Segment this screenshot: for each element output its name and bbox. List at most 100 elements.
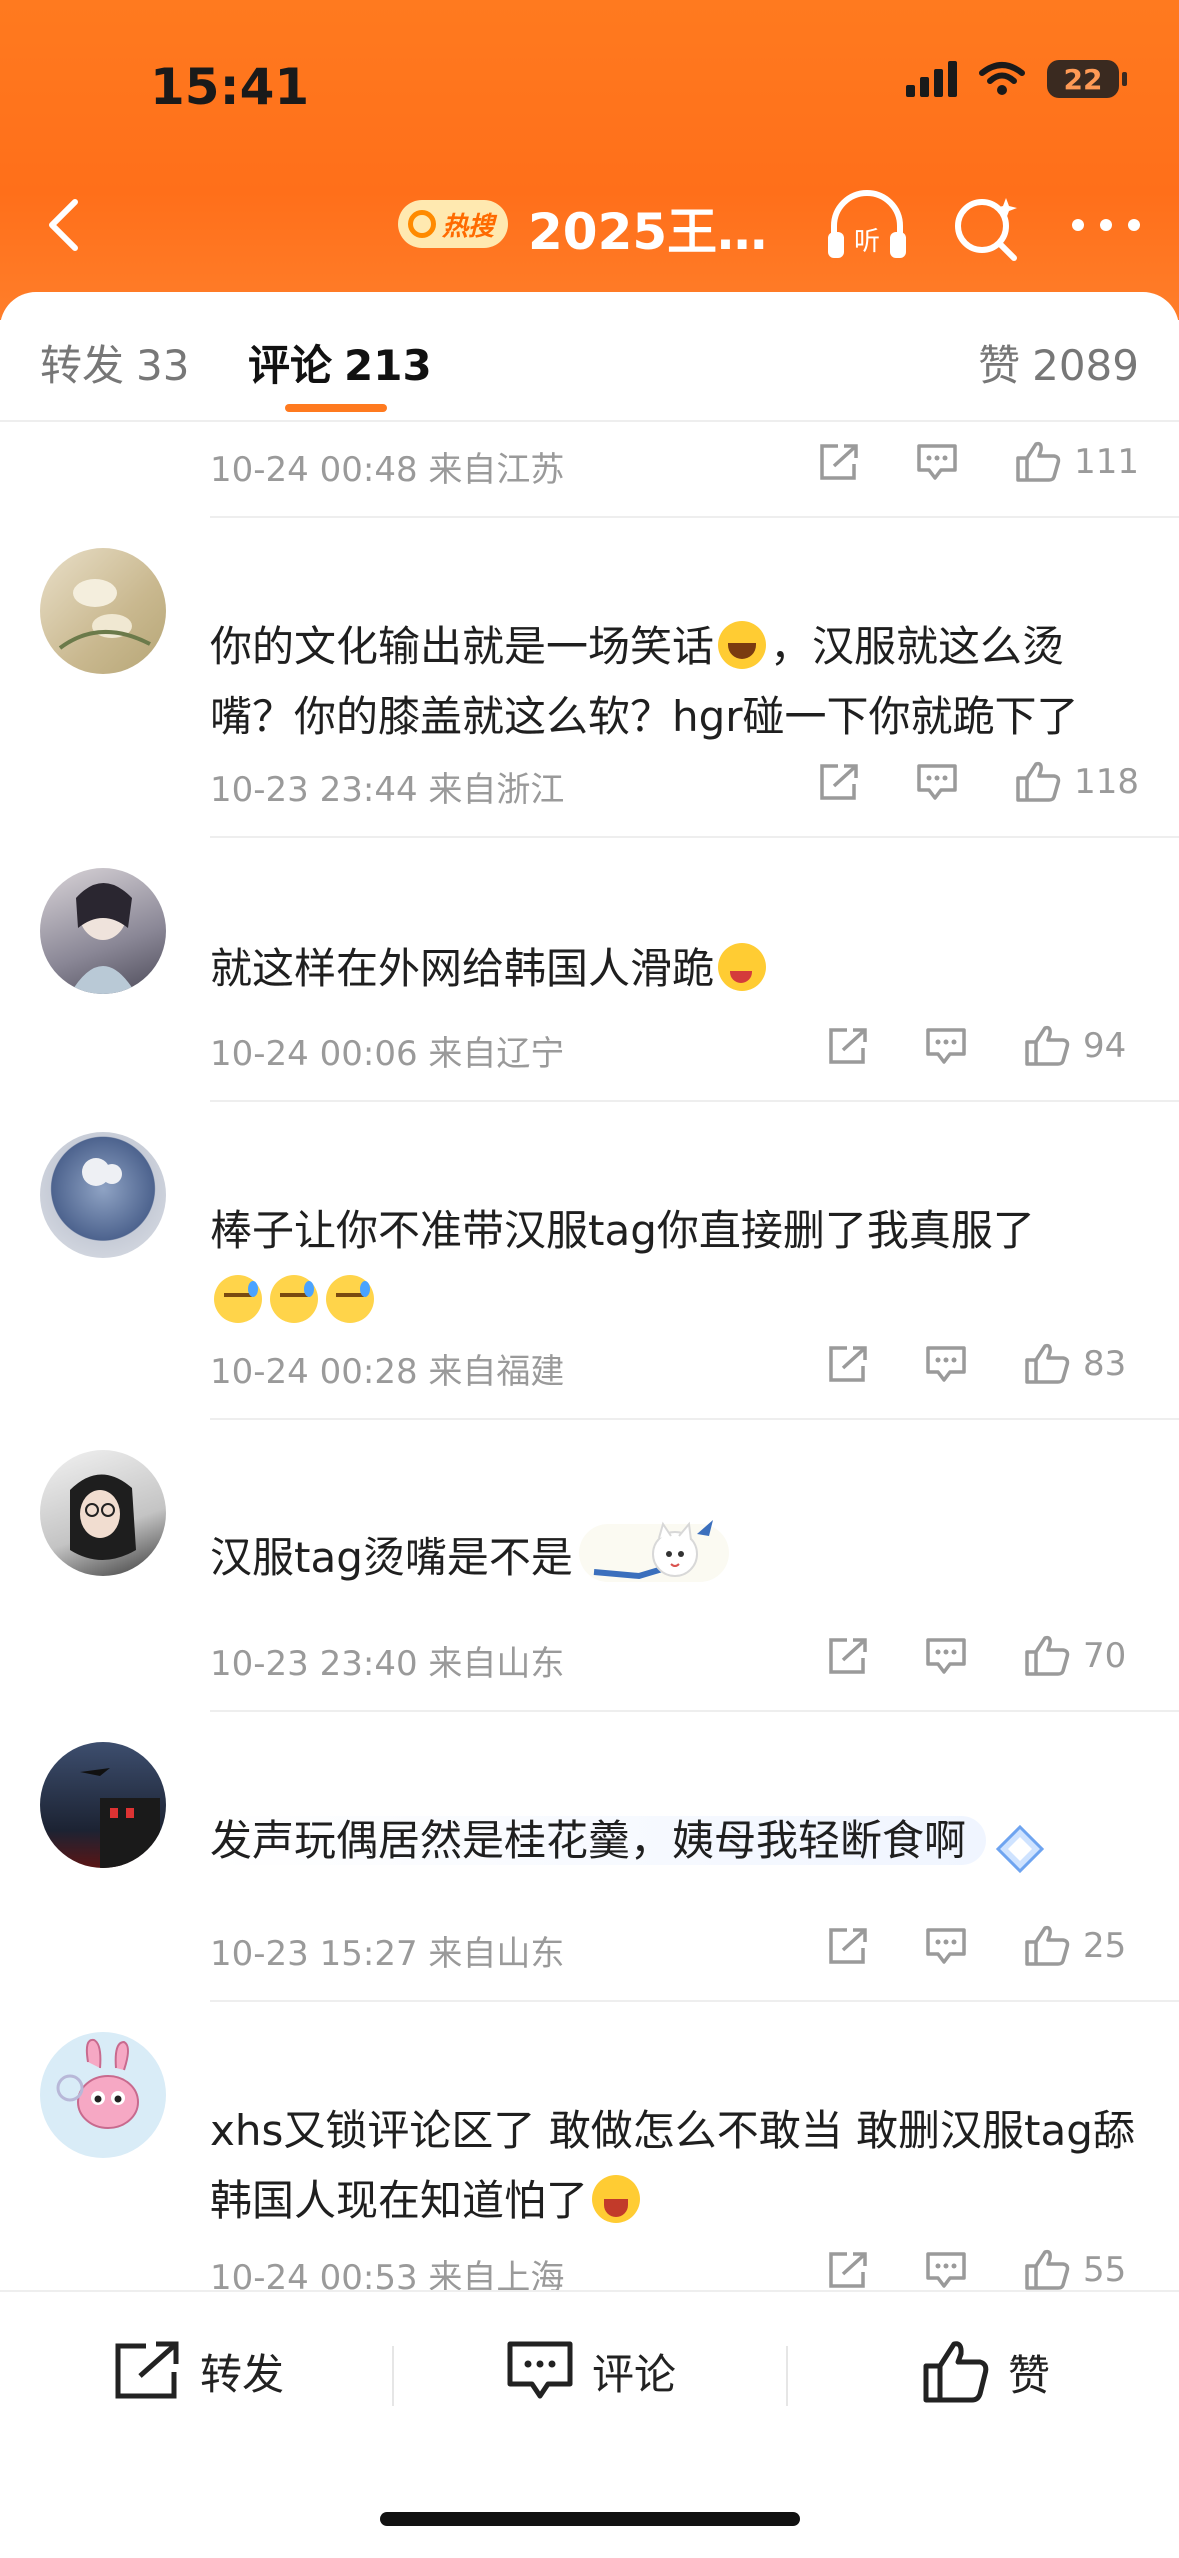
- like-button[interactable]: 55: [1023, 2248, 1139, 2292]
- share-icon[interactable]: [825, 1926, 869, 1966]
- comment-text: xhs又锁评论区了 敢做怎么不敢当 敢删汉服tag舔韩国人现在知道怕了: [210, 2096, 1140, 2236]
- wifi-icon: [979, 62, 1025, 95]
- search-badge-icon: [408, 210, 436, 238]
- like-button[interactable]: 94: [1023, 1024, 1139, 1068]
- comment-meta: 10-23 23:44 来自浙江: [210, 762, 564, 811]
- comment-time: 10-24 00:06: [210, 1034, 418, 1074]
- comment-text-part: xhs又锁评论区了 敢做怎么不敢当 敢删汉服tag舔韩国人现在知道怕了: [210, 2106, 1135, 2225]
- like-count: 94: [1083, 1026, 1127, 1066]
- comment-divider: [210, 516, 1179, 518]
- comment-text-part: 你的文化输出就是一场笑话: [210, 622, 715, 671]
- tab-comment-count: 213: [344, 341, 432, 390]
- cellular-signal-icon: [906, 61, 957, 97]
- repost-button[interactable]: 转发: [112, 2340, 284, 2402]
- tab-like-label: 赞: [978, 341, 1021, 390]
- comment-text-part: 棒子让你不准带汉服tag你直接删了我真服了: [210, 1206, 1035, 1255]
- comment-text-part: 发声玩偶居然是桂花羹，姨母我轻断食啊: [210, 1816, 987, 1865]
- share-icon[interactable]: [816, 762, 860, 802]
- reply-icon[interactable]: [924, 1344, 968, 1384]
- comment-text: 就这样在外网给韩国人滑跪: [210, 934, 1140, 1004]
- comment-actions: 25: [825, 1924, 1139, 1968]
- bottom-divider: [392, 2346, 394, 2406]
- like-button[interactable]: 111: [1014, 440, 1139, 484]
- hot-search-badge[interactable]: 热搜: [398, 200, 509, 248]
- comment-divider: [210, 836, 1179, 838]
- comment-location: 来自山东: [428, 1934, 565, 1974]
- bottom-divider: [786, 2346, 788, 2406]
- like-button[interactable]: 118: [1014, 760, 1139, 804]
- thumbs-up-icon: [1025, 1635, 1070, 1676]
- comment-divider: [210, 1418, 1179, 1420]
- grin-emoji-icon: [718, 621, 767, 669]
- comment-text: 棒子让你不准带汉服tag你直接删了我真服了: [210, 1196, 1140, 1336]
- headphones-icon[interactable]: 听: [822, 186, 912, 266]
- tab-divider: [0, 420, 1179, 422]
- like-post-button[interactable]: 赞: [922, 2340, 1050, 2404]
- comment-divider: [210, 2000, 1179, 2002]
- sweat-emoji-icon: [270, 1275, 318, 1323]
- comment-time: 10-24 00:48: [210, 450, 418, 490]
- comment-actions: 118: [816, 760, 1139, 804]
- page-title[interactable]: 2025王…: [528, 192, 767, 264]
- comment-time: 10-23 23:44: [210, 770, 418, 810]
- search-icon[interactable]: [948, 190, 1024, 266]
- back-icon[interactable]: [30, 190, 100, 260]
- thumbs-up-icon: [1016, 761, 1061, 802]
- comment-button[interactable]: 评论: [506, 2340, 676, 2402]
- share-icon[interactable]: [825, 1026, 869, 1066]
- like-button[interactable]: 70: [1023, 1634, 1139, 1678]
- battery-indicator: 22: [1047, 60, 1127, 98]
- drool-emoji-icon: [592, 2175, 641, 2223]
- status-icons: 22: [906, 60, 1127, 98]
- reply-icon[interactable]: [924, 1026, 968, 1066]
- tongue-emoji-icon: [718, 943, 767, 991]
- comment-label: 评论: [592, 2349, 677, 2399]
- comment-time: 10-23 15:27: [210, 1934, 418, 1974]
- like-label: 赞: [1008, 2350, 1051, 2400]
- share-icon[interactable]: [825, 1636, 869, 1676]
- comment-location: 来自山东: [428, 1644, 565, 1684]
- tab-repost[interactable]: 转发 33: [40, 332, 201, 393]
- avatar[interactable]: [40, 548, 166, 674]
- reply-icon[interactable]: [924, 1926, 968, 1966]
- active-tab-indicator: [285, 404, 387, 412]
- more-icon[interactable]: [1066, 205, 1146, 245]
- home-indicator[interactable]: [380, 2512, 800, 2526]
- reply-icon[interactable]: [924, 1636, 968, 1676]
- sweat-emoji-icon: [326, 1275, 374, 1323]
- like-button[interactable]: 25: [1023, 1924, 1139, 1968]
- avatar[interactable]: [40, 868, 166, 994]
- comment-meta: 10-24 00:28 来自福建: [210, 1344, 564, 1393]
- tab-comment[interactable]: 评论 213: [248, 332, 444, 393]
- share-icon[interactable]: [825, 1344, 869, 1384]
- share-icon[interactable]: [816, 442, 860, 482]
- reply-icon[interactable]: [915, 442, 959, 482]
- like-count: 83: [1083, 1344, 1127, 1384]
- tab-repost-label: 转发: [40, 341, 125, 390]
- comment-actions: 70: [825, 1634, 1139, 1678]
- tab-comment-label: 评论: [248, 341, 333, 390]
- tab-like[interactable]: 赞 2089: [978, 332, 1139, 393]
- share-icon[interactable]: [825, 2250, 869, 2290]
- avatar[interactable]: [40, 1742, 166, 1868]
- comment-location: 来自辽宁: [428, 1034, 565, 1074]
- cat-sticker-icon: [578, 1514, 729, 1615]
- comment-text: 你的文化输出就是一场笑话 ，汉服就这么烫嘴？你的膝盖就这么软？hgr碰一下你就跪下…: [210, 612, 1140, 752]
- comment-location: 来自浙江: [428, 770, 565, 810]
- comment-text: 汉服tag烫嘴是不是: [210, 1514, 1140, 1615]
- comment-time: 10-23 23:40: [210, 1644, 418, 1684]
- comment-text-part: 就这样在外网给韩国人滑跪: [210, 944, 715, 993]
- reply-icon[interactable]: [924, 2250, 968, 2290]
- tab-bar: 转发 33 评论 213 赞 2089: [0, 292, 1179, 422]
- avatar[interactable]: [40, 1132, 166, 1258]
- reply-icon[interactable]: [915, 762, 959, 802]
- like-count: 55: [1083, 2250, 1127, 2290]
- comment-meta: 10-24 00:48 来自江苏: [210, 442, 564, 491]
- avatar[interactable]: [40, 2032, 166, 2158]
- like-button[interactable]: 83: [1023, 1342, 1139, 1386]
- comment-divider: [210, 1710, 1179, 1712]
- avatar[interactable]: [40, 1450, 166, 1576]
- thumbs-up-icon: [1025, 1343, 1070, 1384]
- comment-location: 来自福建: [428, 1352, 565, 1392]
- comment-actions: 94: [825, 1024, 1139, 1068]
